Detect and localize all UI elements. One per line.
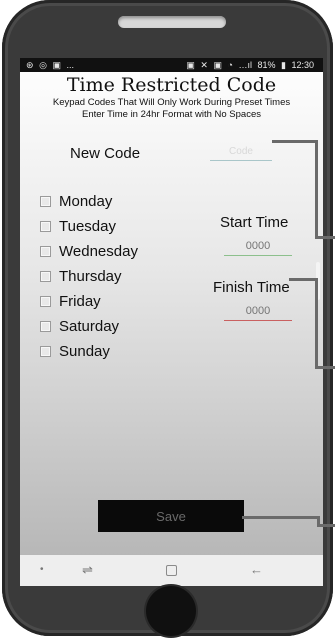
finish-time-label: Finish Time	[213, 279, 290, 296]
day-tuesday[interactable]: Tuesday	[40, 214, 138, 239]
home-nav-icon[interactable]	[166, 565, 177, 576]
phone-frame: ⊛ ◎ ▣ ... ▣ ✕ ▣ ◔ …ıl 81% ▮ 12:30 Time R…	[2, 0, 333, 636]
status-icon-2: ◎	[39, 60, 47, 70]
connector-line	[315, 278, 318, 368]
status-time: 12:30	[291, 60, 314, 70]
battery-percent: 81%	[257, 60, 276, 70]
day-label: Wednesday	[59, 243, 138, 260]
day-label: Saturday	[59, 318, 120, 335]
day-monday[interactable]: Monday	[40, 189, 138, 214]
status-icon-more: ...	[66, 60, 74, 70]
battery-icon: ▮	[281, 60, 286, 70]
nav-bar: • ⇌ ←	[20, 555, 323, 586]
wifi-icon: ◔	[227, 60, 233, 70]
status-icon-5: ✕	[200, 60, 208, 70]
subtitle-line-1: Keypad Codes That Will Only Work During …	[52, 97, 291, 108]
thursday-checkbox[interactable]	[40, 271, 51, 282]
saturday-checkbox[interactable]	[40, 321, 51, 332]
day-wednesday[interactable]: Wednesday	[40, 239, 138, 264]
day-label: Thursday	[59, 268, 122, 285]
day-sunday[interactable]: Sunday	[40, 339, 138, 364]
monday-checkbox[interactable]	[40, 196, 51, 207]
status-icon-1: ⊛	[26, 60, 34, 70]
page-title: Time Restricted Code	[66, 74, 277, 96]
connector-line	[272, 140, 317, 143]
status-right-icons: ▣ ✕ ▣ ◔ …ıl 81% ▮ 12:30	[186, 58, 317, 72]
day-label: Tuesday	[59, 218, 116, 235]
new-code-label: New Code	[70, 145, 141, 162]
friday-checkbox[interactable]	[40, 296, 51, 307]
connector-line	[242, 516, 319, 519]
tuesday-checkbox[interactable]	[40, 221, 51, 232]
nav-dot-icon[interactable]: •	[40, 562, 44, 578]
connector-line	[315, 236, 335, 239]
day-saturday[interactable]: Saturday	[40, 314, 138, 339]
signal-icon: …ıl	[238, 60, 252, 70]
status-icon-3: ▣	[52, 60, 61, 70]
recent-apps-icon[interactable]: ⇌	[82, 562, 93, 578]
code-input[interactable]	[210, 142, 272, 161]
wednesday-checkbox[interactable]	[40, 246, 51, 257]
connector-line	[289, 278, 317, 281]
app-screen: ⊛ ◎ ▣ ... ▣ ✕ ▣ ◔ …ıl 81% ▮ 12:30 Time R…	[20, 58, 323, 586]
day-label: Friday	[59, 293, 101, 310]
status-icon-4: ▣	[186, 60, 195, 70]
day-thursday[interactable]: Thursday	[40, 264, 138, 289]
connector-line	[315, 140, 318, 238]
status-bar: ⊛ ◎ ▣ ... ▣ ✕ ▣ ◔ …ıl 81% ▮ 12:30	[20, 58, 323, 72]
page-subtitle: Keypad Codes That Will Only Work During …	[20, 97, 323, 121]
finish-time-input[interactable]	[224, 302, 292, 321]
day-label: Sunday	[59, 343, 110, 360]
phone-speaker	[118, 16, 226, 28]
start-time-input[interactable]	[224, 237, 292, 256]
connector-line	[317, 524, 335, 527]
connector-line	[315, 366, 335, 369]
status-icon-6: ▣	[213, 60, 222, 70]
subtitle-line-2: Enter Time in 24hr Format with No Spaces	[82, 109, 261, 120]
day-label: Monday	[59, 193, 113, 210]
sunday-checkbox[interactable]	[40, 346, 51, 357]
day-list: Monday Tuesday Wednesday Thursday Friday…	[40, 189, 138, 364]
back-icon[interactable]: ←	[250, 562, 263, 578]
save-button[interactable]: Save	[98, 500, 244, 532]
home-button[interactable]	[146, 586, 196, 636]
day-friday[interactable]: Friday	[40, 289, 138, 314]
status-left-icons: ⊛ ◎ ▣ ...	[26, 58, 77, 72]
start-time-label: Start Time	[220, 214, 289, 231]
